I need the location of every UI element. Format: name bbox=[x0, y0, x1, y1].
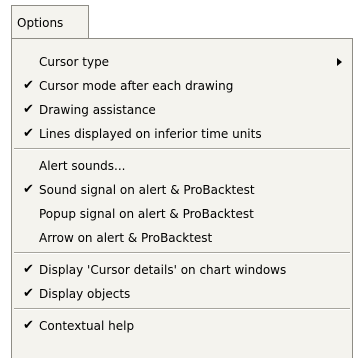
check-icon: ✔ bbox=[23, 262, 34, 277]
check-icon: ✔ bbox=[23, 78, 34, 93]
check-icon: ✔ bbox=[23, 182, 34, 197]
menu-separator bbox=[14, 148, 350, 150]
menu-item-display-cursor-details[interactable]: ✔ Display 'Cursor details' on chart wind… bbox=[12, 258, 352, 282]
menu-item-drawing-assistance[interactable]: ✔ Drawing assistance bbox=[12, 98, 352, 122]
submenu-arrow-icon bbox=[337, 58, 342, 66]
check-icon: ✔ bbox=[23, 286, 34, 301]
menu-item-label: Display objects bbox=[39, 287, 131, 301]
menu-item-display-objects[interactable]: ✔ Display objects bbox=[12, 282, 352, 306]
menu-item-label: Lines displayed on inferior time units bbox=[39, 127, 262, 141]
menu-item-label: Alert sounds... bbox=[39, 159, 126, 173]
menu-options-tab[interactable]: Options bbox=[11, 5, 89, 39]
menu-item-alert-sounds[interactable]: Alert sounds... bbox=[12, 154, 352, 178]
menu-item-label: Sound signal on alert & ProBacktest bbox=[39, 183, 255, 197]
menu-item-arrow-on-alert[interactable]: Arrow on alert & ProBacktest bbox=[12, 226, 352, 250]
menu-item-label: Arrow on alert & ProBacktest bbox=[39, 231, 213, 245]
options-dropdown-menu: Cursor type ✔ Cursor mode after each dra… bbox=[11, 38, 353, 358]
menu-item-label: Cursor type bbox=[39, 55, 110, 69]
check-icon: ✔ bbox=[23, 126, 34, 141]
check-icon: ✔ bbox=[23, 318, 34, 333]
menu-item-cursor-type[interactable]: Cursor type bbox=[12, 50, 352, 74]
menu-separator bbox=[14, 308, 350, 310]
menu-item-label: Popup signal on alert & ProBacktest bbox=[39, 207, 254, 221]
menu-item-contextual-help[interactable]: ✔ Contextual help bbox=[12, 314, 352, 338]
menu-item-label: Drawing assistance bbox=[39, 103, 156, 117]
menu-item-cursor-mode[interactable]: ✔ Cursor mode after each drawing bbox=[12, 74, 352, 98]
check-icon: ✔ bbox=[23, 102, 34, 117]
menu-separator bbox=[14, 252, 350, 254]
menu-item-lines-inferior-time-units[interactable]: ✔ Lines displayed on inferior time units bbox=[12, 122, 352, 146]
menu-item-popup-signal[interactable]: Popup signal on alert & ProBacktest bbox=[12, 202, 352, 226]
menu-item-label: Contextual help bbox=[39, 319, 135, 333]
menu-item-label: Display 'Cursor details' on chart window… bbox=[39, 263, 287, 277]
menu-item-label: Cursor mode after each drawing bbox=[39, 79, 234, 93]
menu-options-label: Options bbox=[17, 16, 64, 30]
menu-item-sound-signal[interactable]: ✔ Sound signal on alert & ProBacktest bbox=[12, 178, 352, 202]
